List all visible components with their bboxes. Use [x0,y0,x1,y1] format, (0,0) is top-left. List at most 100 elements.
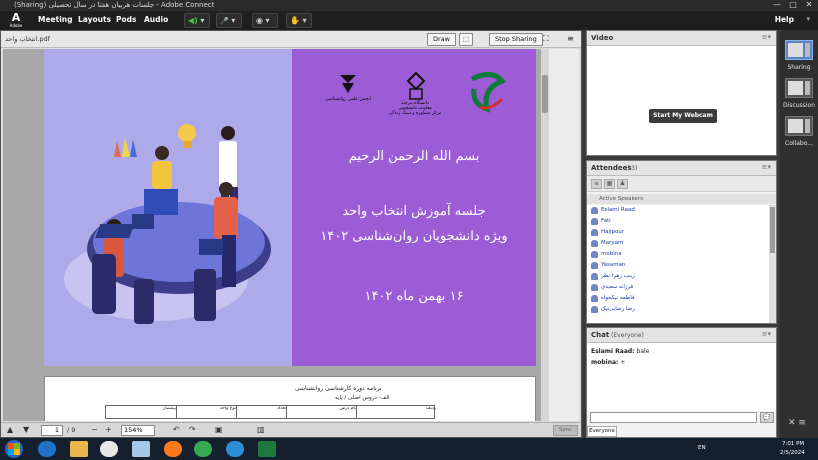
list-item[interactable]: فرزانه سعیدی [591,282,633,293]
fit-page-icon[interactable]: ▣ [215,425,223,434]
raise-hand-caret-icon[interactable]: ▾ [303,16,307,25]
slide-subheading: ویژه دانشجویان روان‌شناسی ۱۴۰۲ [320,229,508,244]
menu-meeting[interactable]: Meeting [38,15,73,24]
undo-icon[interactable]: ↶ [173,425,180,434]
file-explorer-icon[interactable] [70,441,88,457]
adobe-label: Adobe [9,23,23,28]
layout-sharing-button[interactable] [785,40,813,60]
manage-user-icon[interactable]: ♟ [617,179,628,189]
send-message-icon: 💬 [763,414,771,421]
start-button[interactable] [5,440,23,458]
fullscreen-icon[interactable]: ⛶ [543,34,549,44]
draw-button[interactable]: Draw [427,33,456,46]
zoom-level-select[interactable]: 154% [121,425,155,436]
list-item[interactable]: رضا رضایی‌نیک [591,304,635,315]
menu-help[interactable]: Help [775,15,794,24]
raise-hand-button[interactable]: ✋ ▾ [286,13,312,28]
microphone-button[interactable]: 🎤 ▾ [216,13,242,28]
user-icon [591,295,598,302]
menu-pods[interactable]: Pods [116,15,136,24]
next-page-icon[interactable]: ▼ [23,425,29,434]
calendar-app-icon[interactable] [132,441,150,457]
redo-icon[interactable]: ↷ [189,425,196,434]
layout-sharing-label[interactable]: Sharing [781,64,817,71]
raise-hand-icon: ✋ [290,16,300,25]
layout-tools-icon[interactable]: ✕ ≡ [788,418,806,428]
internet-explorer-icon[interactable] [38,441,56,457]
chrome-icon[interactable] [194,441,212,457]
list-item[interactable]: Yasaman [591,260,625,271]
list-item[interactable]: زینب زهرا نظر [591,271,635,282]
layout-discussion-icon-side [805,81,810,95]
thumbnails-icon[interactable]: ▥ [257,425,265,434]
pointer-button[interactable]: ⬚ [459,33,474,46]
layout-sharing-icon [788,43,803,57]
stop-sharing-button[interactable]: Stop Sharing [489,33,543,46]
layout-discussion-button[interactable] [785,78,813,98]
menu-audio[interactable]: Audio [144,15,168,24]
zoom-in-icon[interactable]: + [105,425,112,434]
help-caret-icon[interactable]: ▾ [806,15,810,23]
slide-illustration-panel [44,49,292,366]
edge-icon[interactable] [226,441,244,457]
minimize-button[interactable]: — [770,0,784,11]
scrollbar-track[interactable] [541,49,549,421]
sync-button[interactable]: Sync [553,425,578,436]
layout-collaboration-label[interactable]: Collabo... [781,140,817,147]
attendees-toolbar: ≡ ▦ ♟ [587,176,776,192]
psychology-association-icon [340,75,356,93]
list-item[interactable]: Eslami Raad [591,205,635,216]
media-player-icon[interactable] [100,441,118,457]
list-item[interactable]: Fati [591,216,611,227]
layout-discussion-icon [788,81,803,95]
team-meeting-illustration [64,124,271,324]
table-header-cell: نام درس [286,406,356,418]
attendees-pod-header: Attendees (13) ≡▾ [587,161,776,176]
chat-text: + [620,359,626,366]
list-item[interactable]: Maryam [591,238,623,249]
video-pod-menu-icon[interactable]: ≡▾ [762,33,771,41]
chat-tab-everyone[interactable]: Everyone [587,426,617,437]
menu-layouts[interactable]: Layouts [78,15,111,24]
start-webcam-button[interactable]: Start My Webcam [649,109,717,123]
layout-collaboration-button[interactable] [785,116,813,136]
maximize-button[interactable]: □ [786,0,800,11]
layout-discussion-label[interactable]: Discussion [781,102,817,109]
list-item[interactable]: فاطمه نیکخواه [591,293,635,304]
grid-view-icon[interactable]: ▦ [604,179,615,189]
firefox-icon[interactable] [164,441,182,457]
chat-send-button[interactable]: 💬 [760,412,774,423]
list-item[interactable]: Hajipour [591,227,624,238]
attendee-name: رضا رضایی‌نیک [601,306,635,312]
input-language[interactable]: EN [698,445,706,451]
document-viewer[interactable]: دانشگاه بیرجند معاونت دانشجویی مرکز مشاو… [3,49,541,421]
chat-pod: Chat (Everyone) ≡▾ Eslami Raad: bale mob… [586,327,777,438]
page-number-input[interactable]: 1 [41,425,63,436]
zoom-out-icon[interactable]: − [91,425,98,434]
user-icon [591,229,598,236]
camera-caret-icon[interactable]: ▾ [266,16,270,25]
share-pod-menu-icon[interactable]: ≡ [567,34,574,43]
adobe-connect-taskbar-icon[interactable] [258,441,276,457]
microphone-caret-icon[interactable]: ▾ [231,16,235,25]
camera-button[interactable]: ◉ ▾ [252,13,278,28]
list-item[interactable]: mobina [591,249,622,260]
chat-input[interactable] [590,412,757,423]
attendee-scrollbar[interactable] [769,205,776,323]
microphone-icon: 🎤 [220,17,229,25]
clock-date[interactable]: 2/5/2024 [780,450,805,456]
scrollbar-thumb[interactable] [542,75,548,113]
speaker-caret-icon[interactable]: ▾ [200,16,204,25]
windows-taskbar: EN 7:01 PM 2/5/2024 [0,438,818,460]
attendees-pod-menu-icon[interactable]: ≡▾ [762,163,771,171]
chat-pod-menu-icon[interactable]: ≡▾ [762,330,771,338]
active-speakers-label: Active Speakers [587,194,776,204]
speaker-button[interactable]: ◀) ▾ [184,13,210,28]
previous-page-icon[interactable]: ▲ [7,425,13,434]
attendee-scrollbar-thumb[interactable] [770,207,775,253]
clock-time[interactable]: 7:01 PM [782,441,804,447]
user-icon [591,207,598,214]
list-view-icon[interactable]: ≡ [591,179,602,189]
document-scrollbar[interactable] [541,49,579,421]
close-window-button[interactable]: ✕ [802,0,816,11]
